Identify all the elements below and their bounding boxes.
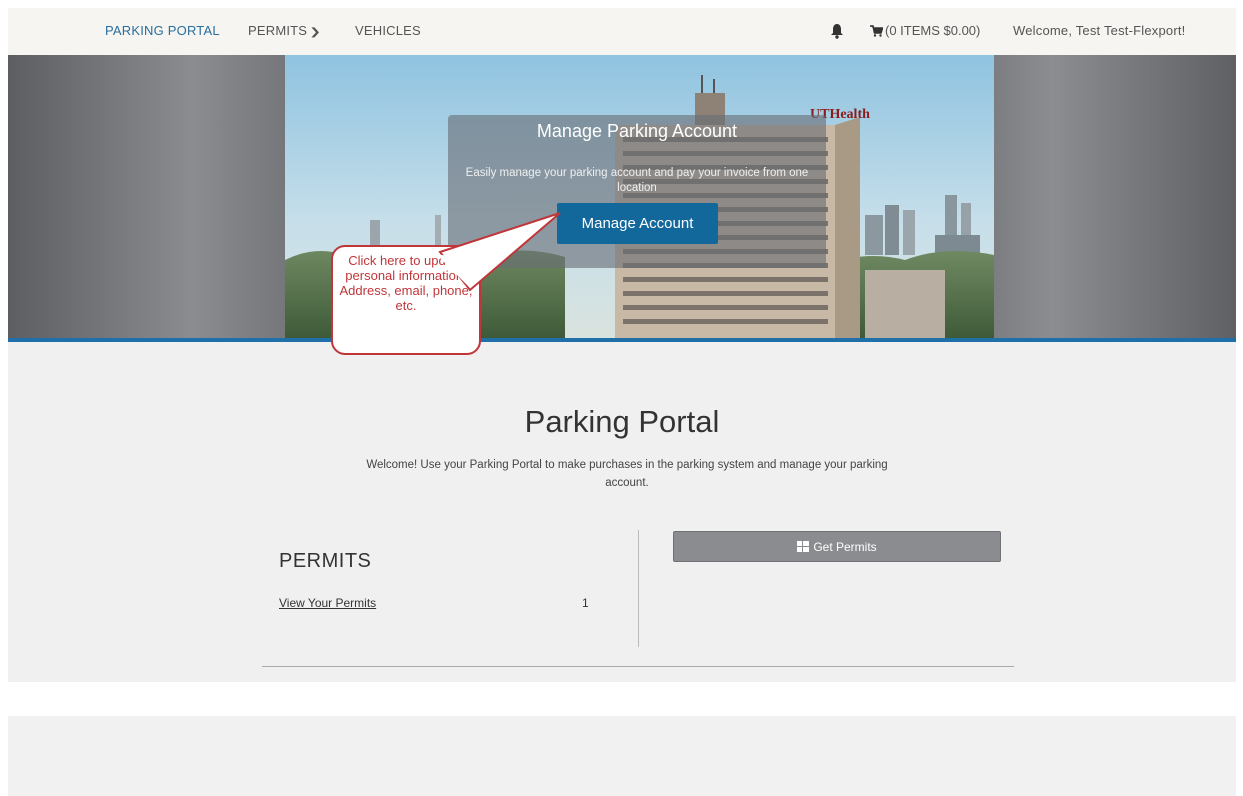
nav-parking-portal[interactable]: PARKING PORTAL [105,23,220,38]
permits-count: 1 [582,596,589,610]
annotation-callout: Click here to update personal informatio… [331,245,481,355]
bell-icon[interactable] [830,23,844,39]
cart-button[interactable]: (0 ITEMS $0.00) [870,23,980,38]
cart-summary: (0 ITEMS $0.00) [885,23,981,38]
page-title: Parking Portal [524,404,720,439]
footer [8,716,1236,796]
get-permits-button[interactable]: Get Permits [673,531,1001,562]
permits-heading: PERMITS [279,550,372,572]
top-navbar: PARKING PORTAL PERMITS ❯ VEHICLES (0 ITEM… [8,8,1236,55]
welcome-user-link[interactable]: Welcome, Test Test-Flexport! [1013,23,1186,38]
get-permits-label: Get Permits [813,539,877,554]
hero-title: Manage Parking Account [536,121,738,141]
nav-permits-label: PERMITS [248,23,308,38]
hero-description: Easily manage your parking account and p… [465,167,809,194]
chevron-down-icon: ❯ [309,27,322,38]
main-content: Parking Portal Welcome! Use your Parking… [8,342,1236,682]
page-subtitle: Welcome! Use your Parking Portal to make… [366,459,888,489]
nav-vehicles[interactable]: VEHICLES [355,23,421,38]
manage-account-panel: Manage Parking Account Easily manage you… [448,115,826,268]
column-divider [638,530,639,647]
manage-account-button[interactable]: Manage Account [557,203,718,244]
grid-icon [797,540,810,552]
section-divider [262,666,1014,667]
nav-permits-dropdown[interactable]: PERMITS ❯ [248,23,322,38]
view-permits-link[interactable]: View Your Permits [279,596,376,610]
cart-icon [870,25,884,37]
hero-banner: UTHealth Manage Parking Account Easily m… [8,55,1236,342]
callout-text: Click here to update personal informatio… [339,253,473,313]
